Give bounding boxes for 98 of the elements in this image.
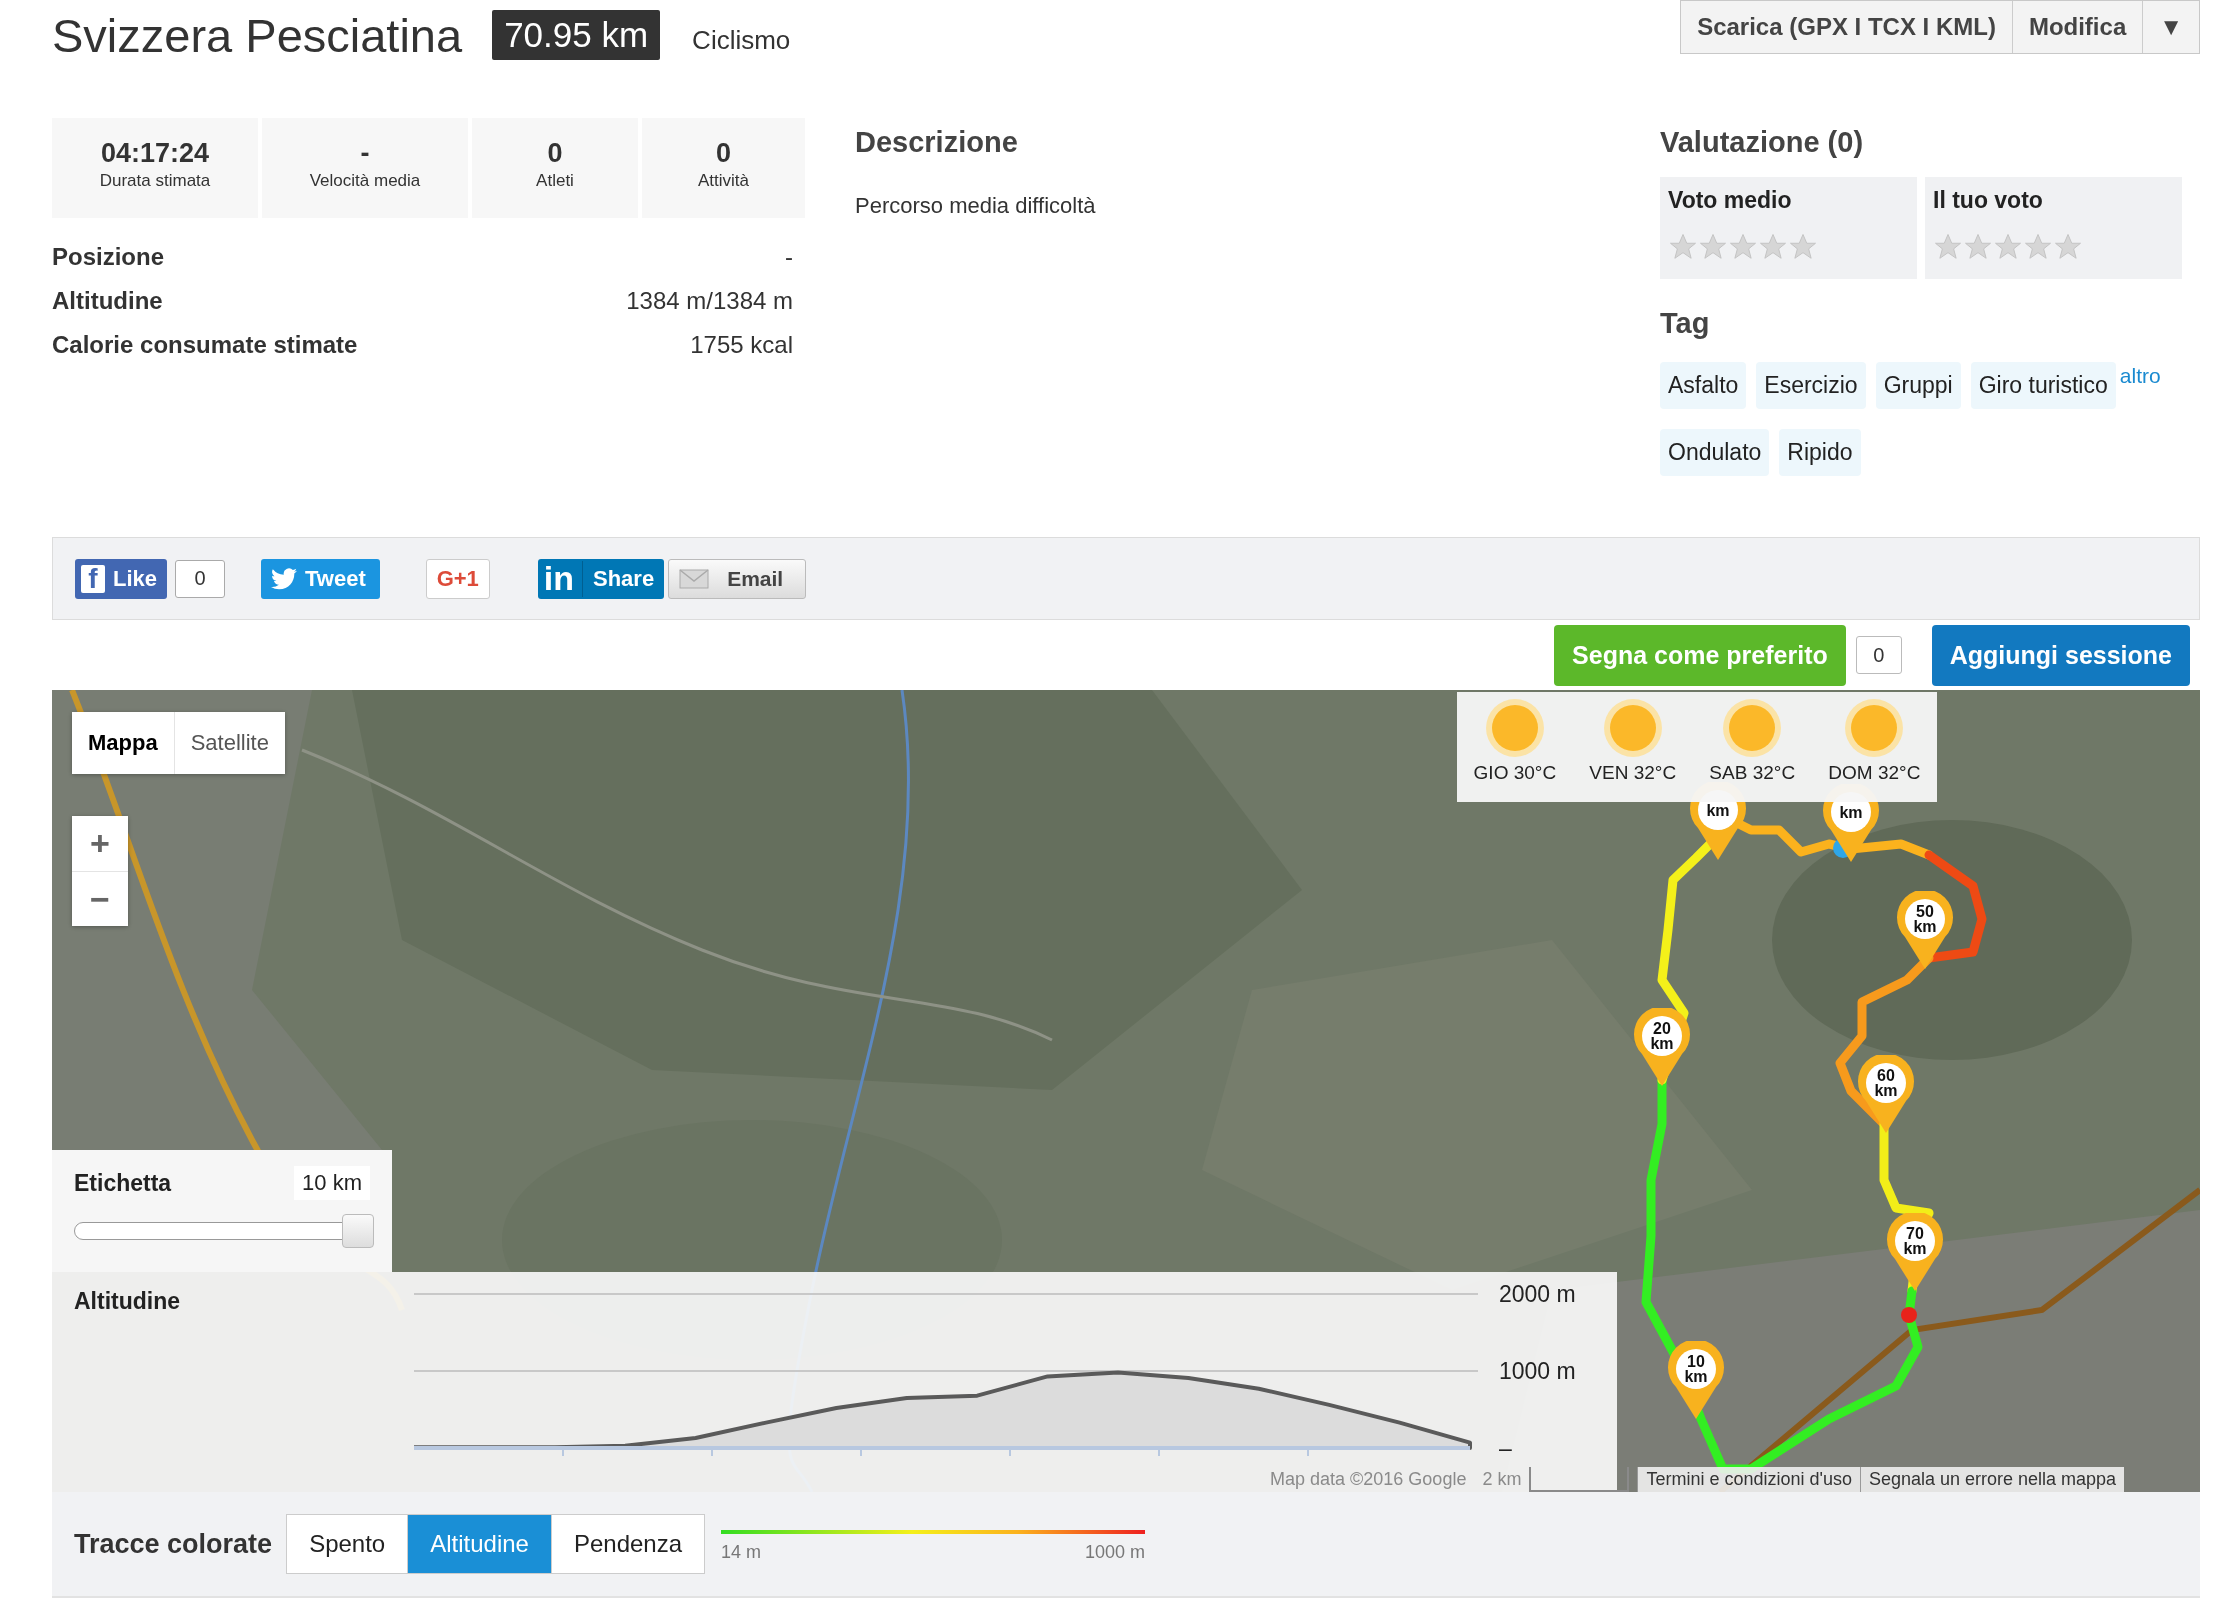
map-type-tab[interactable]: Satellite (173, 712, 285, 774)
button-label: Email (727, 566, 784, 591)
tag-chip[interactable]: Ripido (1779, 429, 1861, 476)
star-rating[interactable] (1933, 232, 2083, 262)
share-button[interactable]: in Share (537, 558, 665, 599)
star-icon[interactable] (1668, 232, 1698, 262)
slider-value: 10 km (294, 1166, 370, 1200)
info-label: Altitudine (52, 287, 163, 315)
report-error-link[interactable]: Segnala un errore nella mappa (1859, 1467, 2125, 1492)
star-icon[interactable] (1758, 232, 1788, 262)
star-icon[interactable] (1698, 232, 1728, 262)
stat-value: - (360, 138, 370, 169)
track-mode-button[interactable]: Pendenza (550, 1515, 705, 1573)
map-data-credit: Map data ©2016 Google (1269, 1468, 1468, 1491)
slider-track[interactable] (74, 1214, 374, 1248)
like-button[interactable]: f Like (75, 558, 168, 599)
email-button[interactable]: Email (668, 558, 807, 599)
weather-label: SAB 32°C (1709, 762, 1796, 784)
track-mode-button[interactable]: Altitudine (407, 1515, 551, 1573)
panel-title: Etichetta (74, 1169, 172, 1197)
info-value: 1384 m/1384 m (626, 287, 793, 315)
stat-label: Velocità media (309, 171, 421, 191)
zoom-in-button[interactable]: + (72, 816, 128, 871)
slider-thumb[interactable] (342, 1214, 374, 1248)
sun-icon (1723, 699, 1782, 757)
button-label: Share (591, 565, 656, 592)
tag-chip[interactable]: Asfalto (1660, 362, 1747, 409)
panel-title: Altitudine (74, 1288, 181, 1315)
sun-icon (1485, 699, 1544, 757)
tag-chip[interactable]: Ondulato (1660, 429, 1770, 476)
edit-button[interactable]: Modifica (2011, 1, 2143, 53)
zoom-out-button[interactable]: − (72, 871, 128, 926)
rating-label: Il tuo voto (1933, 187, 2044, 214)
star-icon[interactable] (1933, 232, 1963, 262)
stat-value: 0 (716, 138, 731, 169)
tag-chip[interactable]: Giro turistico (1970, 362, 2116, 409)
star-icon[interactable] (2053, 232, 2083, 262)
google-plus-button[interactable]: G+1 (425, 558, 490, 599)
scale-min-label: 14 m (721, 1541, 762, 1563)
scale-label: 2 km (1481, 1468, 1523, 1491)
bird-icon (271, 567, 298, 590)
star-rating[interactable] (1668, 232, 1818, 262)
scale-max-label: 1000 m (1085, 1541, 1146, 1563)
section-heading: Valutazione (0) (1660, 126, 1865, 159)
marker-label: 50 km (1912, 902, 1938, 937)
linkedin-logo: in (537, 560, 583, 597)
map-type-tab[interactable]: Mappa (72, 712, 174, 774)
star-icon[interactable] (1788, 232, 1818, 262)
weather-label: GIO 30°C (1473, 762, 1557, 784)
marker-label: 60 km (1873, 1066, 1899, 1101)
envelope-icon (679, 568, 710, 589)
facebook-logo: f (81, 564, 105, 593)
more-link[interactable]: altro (2119, 364, 2161, 388)
section-heading: Descrizione (855, 126, 1019, 159)
tag-chip[interactable]: Gruppi (1875, 362, 1961, 409)
terms-link[interactable]: Termini e condizioni d'uso (1637, 1467, 1860, 1492)
weather-label: DOM 32°C (1828, 762, 1921, 784)
stat-label: Durata stimata (99, 171, 211, 191)
like-count: 0 (175, 559, 226, 598)
stat-value: 0 (547, 138, 563, 169)
track-mode-button[interactable]: Spento (287, 1515, 408, 1573)
stat-label: Atleti (536, 171, 574, 191)
favorite-count: 0 (1855, 636, 1902, 674)
stat-label: Attività (698, 171, 749, 191)
download-button[interactable]: Scarica (GPX I TCX I KML) (1681, 1, 2012, 53)
axis-label: – (1499, 1435, 1512, 1461)
star-icon[interactable] (2023, 232, 2053, 262)
distance-badge: 70.95 km (492, 10, 661, 60)
info-value: - (785, 243, 793, 271)
section-heading: Tag (1660, 307, 1711, 340)
star-icon[interactable] (1993, 232, 2023, 262)
description-text: Percorso media difficoltà (855, 193, 1097, 219)
start-dot (1901, 1307, 1917, 1323)
axis-label: 1000 m (1499, 1358, 1576, 1384)
axis-label: 2000 m (1499, 1282, 1576, 1307)
button-label: Like (113, 565, 158, 592)
sport-label: Ciclismo (692, 24, 791, 56)
stat-value: 04:17:24 (100, 138, 210, 169)
info-value: 1755 kcal (690, 331, 793, 359)
marker-label: 70 km (1902, 1224, 1928, 1259)
route-title: Svizzera Pesciatina (52, 7, 463, 63)
add-session-button[interactable]: Aggiungi sessione (1931, 624, 2190, 686)
info-label: Posizione (52, 243, 165, 271)
marker-label: 10 km (1683, 1352, 1709, 1387)
dropdown-button[interactable]: ▼ (2142, 1, 2199, 53)
sun-icon (1603, 699, 1662, 757)
tag-chip[interactable]: Esercizio (1756, 362, 1866, 409)
rating-label: Voto medio (1668, 187, 1793, 214)
weather-label: VEN 32°C (1589, 762, 1677, 784)
star-icon[interactable] (1728, 232, 1758, 262)
sun-icon (1845, 699, 1904, 757)
marker-label: 20 km (1649, 1019, 1675, 1054)
marker-label: km (1838, 802, 1864, 823)
section-title: Tracce colorate (74, 1528, 273, 1560)
marker-label: km (1705, 800, 1731, 821)
info-label: Calorie consumate stimate (52, 331, 358, 359)
star-icon[interactable] (1963, 232, 1993, 262)
button-label: Tweet (305, 565, 366, 592)
